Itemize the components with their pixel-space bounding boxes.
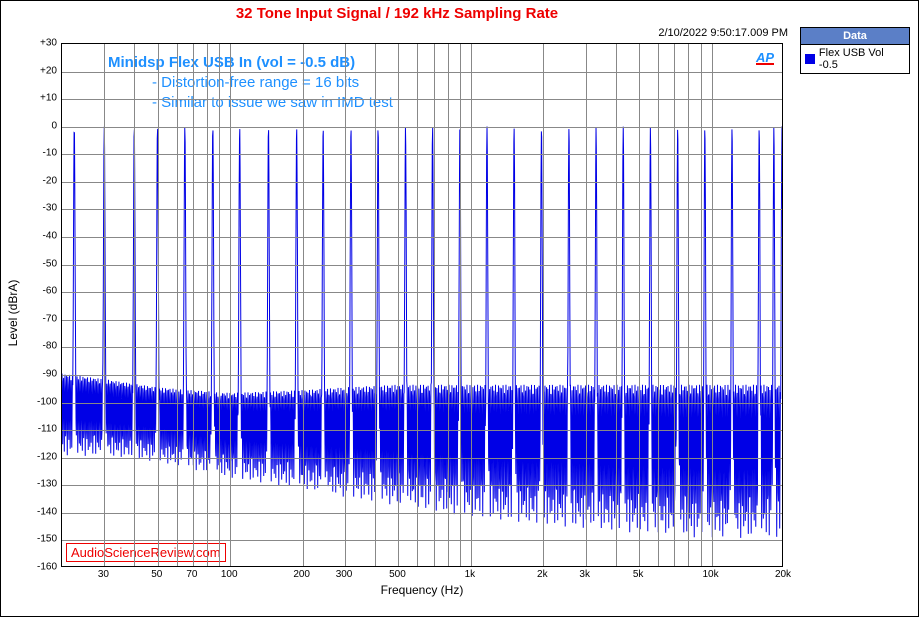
x-tick: 300 (336, 569, 353, 580)
plot-area: AP Minidsp Flex USB In (vol = -0.5 dB) -… (61, 43, 783, 567)
x-tick: 100 (221, 569, 238, 580)
source-link[interactable]: AudioScienceReview.com (66, 543, 226, 562)
y-tick: +10 (17, 93, 57, 104)
y-tick: -130 (17, 479, 57, 490)
y-tick: -70 (17, 313, 57, 324)
plot-wrap: Level (dBrA) AP Minidsp Flex USB In (vol… (61, 43, 783, 583)
chart-title: 32 Tone Input Signal / 192 kHz Sampling … (1, 5, 793, 22)
y-tick: -30 (17, 203, 57, 214)
x-tick: 1k (465, 569, 476, 580)
x-tick: 70 (186, 569, 197, 580)
y-tick: -60 (17, 286, 57, 297)
timestamp: 2/10/2022 9:50:17.009 PM (658, 27, 788, 39)
legend-item: Flex USB Vol -0.5 (801, 45, 909, 73)
y-tick: -50 (17, 258, 57, 269)
y-tick: -110 (17, 424, 57, 435)
y-tick: -90 (17, 368, 57, 379)
chart-container: 32 Tone Input Signal / 192 kHz Sampling … (0, 0, 919, 617)
legend-label: Flex USB Vol -0.5 (819, 47, 905, 71)
x-tick: 200 (293, 569, 310, 580)
y-tick: -140 (17, 506, 57, 517)
y-tick: -20 (17, 175, 57, 186)
x-tick: 3k (579, 569, 590, 580)
y-tick: -40 (17, 231, 57, 242)
x-tick: 50 (151, 569, 162, 580)
legend-swatch (805, 54, 815, 64)
y-tick: +30 (17, 38, 57, 49)
x-tick: 20k (775, 569, 791, 580)
y-tick: -160 (17, 562, 57, 573)
x-tick: 10k (702, 569, 718, 580)
y-tick: +20 (17, 65, 57, 76)
x-tick: 30 (98, 569, 109, 580)
y-tick: -80 (17, 341, 57, 352)
y-tick: 0 (17, 120, 57, 131)
y-tick: -100 (17, 396, 57, 407)
x-tick: 2k (537, 569, 548, 580)
x-tick: 500 (389, 569, 406, 580)
x-axis-label: Frequency (Hz) (381, 583, 464, 597)
y-tick: -10 (17, 148, 57, 159)
legend: Data Flex USB Vol -0.5 (800, 27, 910, 74)
y-tick: -150 (17, 534, 57, 545)
legend-header: Data (801, 28, 909, 45)
x-tick: 5k (633, 569, 644, 580)
y-tick: -120 (17, 451, 57, 462)
